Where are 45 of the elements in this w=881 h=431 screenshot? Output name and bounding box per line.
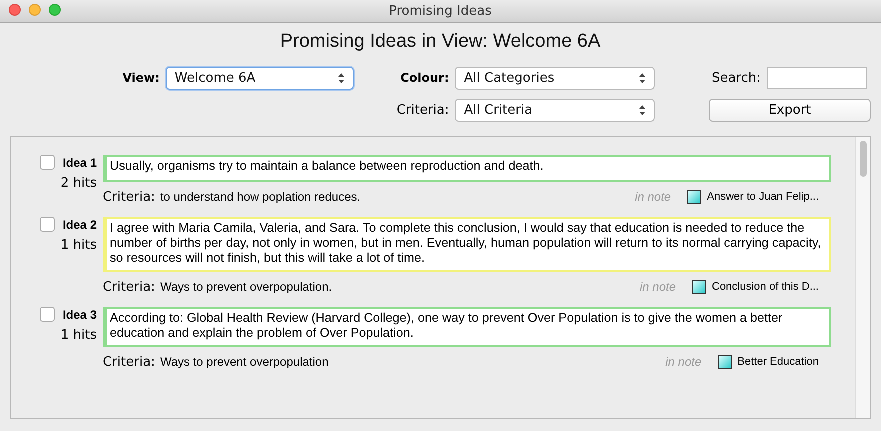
- idea-text: I agree with Maria Camila, Valeria, and Sara. To complete this conclusion, I would say that education is needed to reduce the number of births per day, not only in women, but in men. Eventually, human population will return to its normal carrying capacity, so resources will not finish, but this will take a lot of time.: [110, 221, 822, 265]
- criteria-dropdown[interactable]: All Criteria: [455, 98, 656, 122]
- criteria-label: Criteria:: [103, 280, 156, 294]
- idea-text: According to: Global Health Review (Harvard College), one way to prevent Over Population is to give the women a better education and explain the problem of Over Population.: [110, 311, 783, 340]
- criteria-label: Criteria:: [103, 190, 156, 204]
- search-field[interactable]: [767, 67, 867, 89]
- criteria-label: Criteria:: [103, 354, 156, 370]
- page-heading: Promising Ideas in View: Welcome 6A: [279, 31, 602, 53]
- colour-label: Colour:: [400, 71, 450, 85]
- criteria-text: to understand how poplation reduces.: [160, 190, 362, 204]
- idea-title: Idea 2: [62, 218, 97, 232]
- checkbox[interactable]: [40, 155, 55, 170]
- note-icon: [718, 355, 732, 369]
- idea-title: Idea 1: [62, 156, 97, 170]
- criteria-text: Ways to prevent overpopulation.: [160, 280, 334, 294]
- zoom-button[interactable]: [49, 4, 61, 16]
- checkbox[interactable]: [40, 217, 55, 232]
- hits-count: 1 hits: [60, 328, 97, 343]
- stepper-icon: [639, 72, 646, 84]
- colour-dropdown[interactable]: All Categories: [455, 66, 656, 90]
- view-dropdown[interactable]: Welcome 6A: [166, 66, 354, 90]
- note-link[interactable]: Better Education: [738, 356, 819, 368]
- criteria-text: Ways to prevent overpopulation: [160, 355, 330, 369]
- hits-count: 1 hits: [60, 238, 97, 253]
- search-label: Search:: [712, 70, 761, 86]
- note-icon: [692, 280, 706, 294]
- stepper-icon: [639, 104, 646, 116]
- stepper-icon: [338, 72, 345, 84]
- idea-title: Idea 3: [62, 308, 97, 322]
- view-label: View:: [122, 71, 160, 85]
- close-button[interactable]: [9, 4, 21, 16]
- in-note-label: in note: [640, 280, 676, 294]
- note-link[interactable]: Conclusion of this D...: [712, 281, 819, 293]
- in-note-label: in note: [635, 190, 672, 204]
- scrollbar[interactable]: [855, 137, 870, 418]
- minimize-button[interactable]: [29, 4, 41, 16]
- window-title: Promising Ideas: [389, 4, 492, 18]
- checkbox[interactable]: [40, 307, 55, 322]
- idea-text: Usually, organisms try to maintain a balance between reproduction and death.: [110, 159, 544, 173]
- in-note-label: in note: [666, 355, 702, 369]
- criteria-label: Criteria:: [396, 102, 450, 118]
- export-button[interactable]: Export: [709, 98, 871, 122]
- note-link[interactable]: Answer to Juan Felip...: [707, 191, 819, 203]
- hits-count: 2 hits: [60, 176, 97, 191]
- note-icon: [687, 190, 702, 204]
